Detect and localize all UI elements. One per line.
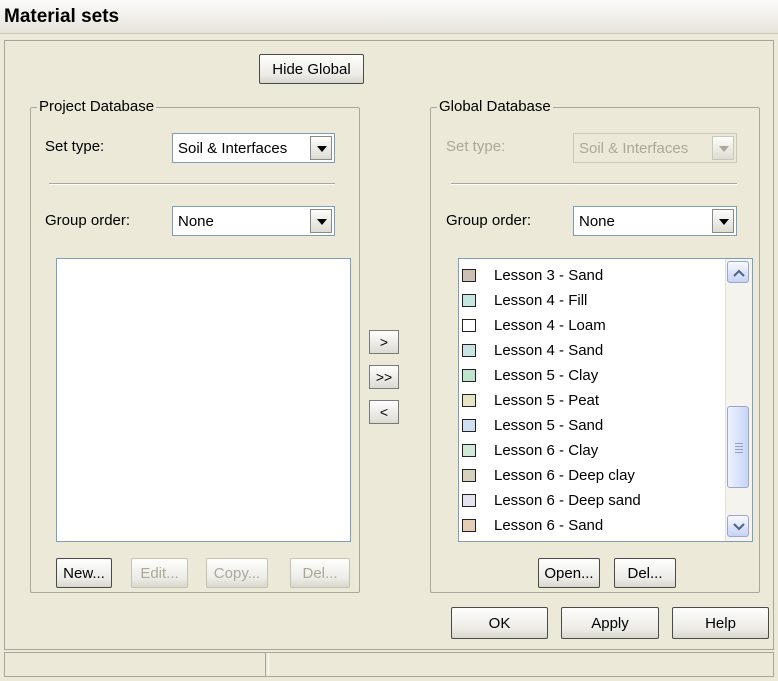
list-item-label: Lesson 6 - Clay [494,442,599,459]
material-color-swatch [462,494,476,507]
material-color-swatch [462,319,476,332]
grip-line-icon [735,452,743,453]
project-edit-button[interactable]: Edit... [131,558,188,588]
status-divider [265,653,269,676]
global-group-order-label: Group order: [446,212,532,229]
material-color-swatch [462,444,476,457]
chevron-up-icon [733,269,745,277]
list-item[interactable]: Lesson 3 - Sand [462,264,717,288]
global-del-button[interactable]: Del... [614,558,676,588]
window-title: Material sets [4,6,120,27]
material-color-swatch [462,519,476,532]
list-item[interactable]: Lesson 4 - Sand [462,339,717,363]
list-item-label: Lesson 6 - Sand [494,517,604,534]
material-color-swatch [462,369,476,382]
material-color-swatch [462,294,476,307]
list-item[interactable]: Lesson 4 - Loam [462,314,717,338]
list-item-label: Lesson 4 - Sand [494,342,604,359]
status-bar [4,652,774,677]
list-item-label: Lesson 4 - Fill [494,292,588,309]
list-item-label: Lesson 5 - Peat [494,392,600,409]
project-set-type-label: Set type: [45,138,105,155]
list-item[interactable]: Lesson 5 - Clay [462,364,717,388]
project-material-list[interactable] [56,258,351,542]
ok-button[interactable]: OK [451,607,548,639]
chevron-down-icon[interactable] [310,136,332,160]
project-group-order-value: None [178,213,214,230]
copy-to-global-button[interactable]: < [369,400,399,424]
chevron-down-icon [733,523,745,531]
global-items-container: Lesson 3 - Sand Lesson 4 - Fill Lesson 4 -… [459,259,725,541]
material-color-swatch [462,469,476,482]
list-item-label: Lesson 3 - Sand [494,267,604,284]
grip-line-icon [735,443,743,444]
global-group-order-select[interactable]: None [573,206,737,236]
scroll-up-button[interactable] [727,261,749,283]
global-group-order-value: None [579,213,615,230]
global-open-button[interactable]: Open... [538,558,600,588]
list-item[interactable]: Lesson 6 - Deep sand [462,489,717,513]
help-button[interactable]: Help [672,607,769,639]
project-database-group: Project Database Set type: Soil & Interf… [30,98,360,593]
scroll-down-button[interactable] [727,515,749,537]
global-set-type-label: Set type: [446,138,506,155]
project-separator [49,183,335,185]
title-bar: Material sets [0,0,778,34]
copy-to-project-button[interactable]: > [369,330,399,354]
apply-button[interactable]: Apply [561,607,659,639]
project-set-type-select[interactable]: Soil & Interfaces [172,133,335,163]
chevron-down-icon[interactable] [310,209,332,233]
list-item[interactable]: Lesson 6 - Deep clay [462,464,717,488]
project-group-order-label: Group order: [45,212,131,229]
global-database-legend: Global Database [437,98,553,115]
chevron-down-icon[interactable] [712,209,734,233]
list-item[interactable]: Lesson 5 - Sand [462,414,717,438]
list-item[interactable]: Lesson 6 - Sand [462,514,717,538]
grip-line-icon [735,449,743,450]
global-material-list[interactable]: Lesson 3 - Sand Lesson 4 - Fill Lesson 4 -… [458,258,753,542]
scroll-thumb[interactable] [727,406,749,488]
copy-all-to-project-button[interactable]: >> [369,365,399,389]
material-color-swatch [462,394,476,407]
material-color-swatch [462,344,476,357]
global-list-scrollbar[interactable] [725,259,752,541]
list-item[interactable]: Lesson 5 - Peat [462,389,717,413]
material-color-swatch [462,419,476,432]
hide-global-button[interactable]: Hide Global [259,54,364,84]
chevron-down-icon[interactable] [712,136,734,160]
global-set-type-value: Soil & Interfaces [579,140,689,157]
project-del-button[interactable]: Del... [290,558,350,588]
project-database-legend: Project Database [37,98,157,115]
project-set-type-value: Soil & Interfaces [178,140,288,157]
project-new-button[interactable]: New... [56,558,112,588]
list-item-label: Lesson 6 - Deep sand [494,492,641,509]
grip-line-icon [735,446,743,447]
list-item-label: Lesson 5 - Sand [494,417,604,434]
global-separator [451,183,737,185]
project-copy-button[interactable]: Copy... [206,558,268,588]
list-item-label: Lesson 6 - Deep clay [494,467,635,484]
global-database-group: Global Database Set type: Soil & Interfa… [430,98,760,593]
list-item-label: Lesson 4 - Loam [494,317,606,334]
global-set-type-select[interactable]: Soil & Interfaces [573,133,737,163]
dialog-body: Hide Global Project Database Set type: S… [4,40,774,650]
project-group-order-select[interactable]: None [172,206,335,236]
list-item[interactable]: Lesson 4 - Fill [462,289,717,313]
list-item[interactable]: Lesson 6 - Clay [462,439,717,463]
material-color-swatch [462,269,476,282]
list-item-label: Lesson 5 - Clay [494,367,599,384]
